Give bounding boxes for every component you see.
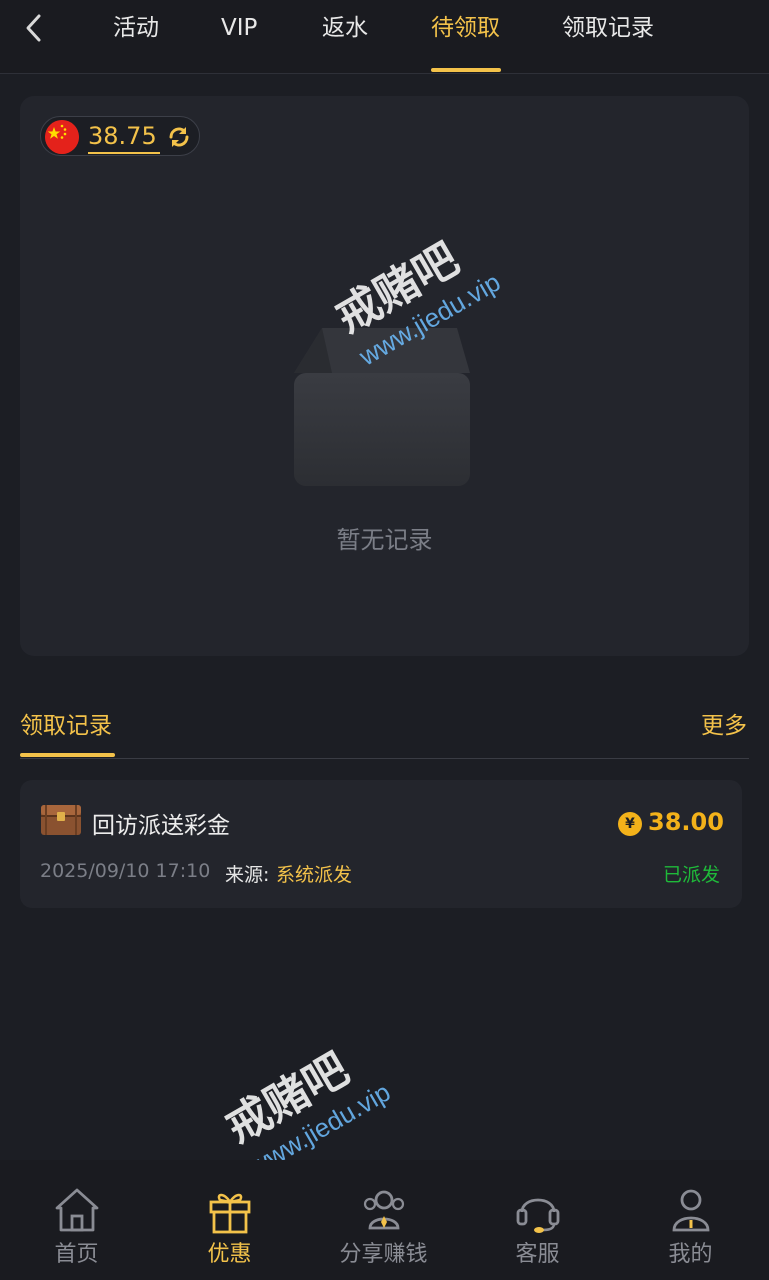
balance-amount: 38.75: [88, 122, 157, 150]
list-item[interactable]: 回访派送彩金 2025/09/10 17:10 来源: 系统派发 ¥ 38.00…: [20, 780, 742, 908]
headset-icon: [516, 1198, 559, 1233]
divider: [20, 758, 749, 759]
gift-icon: [209, 1193, 250, 1234]
record-title: 回访派送彩金: [92, 813, 230, 839]
nav-home[interactable]: 首页: [0, 1160, 153, 1280]
nav-customer-service-label: 客服: [515, 1242, 560, 1267]
empty-box-icon: [294, 328, 470, 486]
back-button[interactable]: [14, 8, 54, 48]
yen-coin-icon: ¥: [618, 812, 642, 836]
balance-underline: [88, 152, 160, 154]
nav-home-label: 首页: [54, 1242, 99, 1267]
refresh-icon[interactable]: [167, 125, 191, 149]
records-title-underline: [20, 753, 115, 757]
treasure-chest-icon: [41, 805, 81, 835]
balance-pill[interactable]: 38.75: [40, 116, 200, 156]
nav-profile-label: 我的: [668, 1242, 713, 1267]
chevron-left-icon: [26, 14, 41, 42]
nav-share-earn[interactable]: 分享赚钱: [307, 1160, 460, 1280]
home-icon: [55, 1188, 98, 1232]
nav-share-earn-label: 分享赚钱: [339, 1242, 428, 1267]
user-icon: [672, 1189, 709, 1232]
watermark: 戒赌吧 www.jiedu.vip: [218, 1044, 396, 1182]
record-date: 2025/09/10 17:10: [40, 860, 211, 882]
record-status: 已派发: [662, 864, 720, 886]
bottom-navigation: 首页 优惠 分享赚钱 客服 我的: [0, 1160, 769, 1280]
empty-state-text: 暂无记录: [336, 526, 433, 554]
share-people-icon: [363, 1190, 404, 1230]
nav-promotions-label: 优惠: [207, 1242, 252, 1267]
tab-pending[interactable]: 待领取: [431, 10, 500, 50]
record-source-label: 来源:: [225, 864, 270, 886]
top-navigation: 活动 VIP 返水 待领取 领取记录: [0, 0, 769, 74]
tab-rebate[interactable]: 返水: [322, 10, 368, 50]
active-tab-indicator: [431, 68, 501, 72]
nav-promotions[interactable]: 优惠: [153, 1160, 306, 1280]
pending-panel: 38.75 暂无记录: [20, 96, 749, 656]
tab-claim-history[interactable]: 领取记录: [562, 10, 654, 50]
tab-vip[interactable]: VIP: [221, 10, 257, 50]
china-flag-icon: [45, 120, 79, 154]
more-link[interactable]: 更多: [701, 706, 747, 740]
nav-customer-service[interactable]: 客服: [461, 1160, 614, 1280]
nav-profile[interactable]: 我的: [614, 1160, 767, 1280]
tab-activity[interactable]: 活动: [113, 10, 159, 50]
records-section-title[interactable]: 领取记录: [20, 706, 112, 740]
page: 活动 VIP 返水 待领取 领取记录 38.75 暂无记录 领取记录 更多 回访…: [0, 0, 769, 1280]
record-source-value: 系统派发: [276, 864, 353, 886]
record-amount: 38.00: [648, 808, 724, 836]
